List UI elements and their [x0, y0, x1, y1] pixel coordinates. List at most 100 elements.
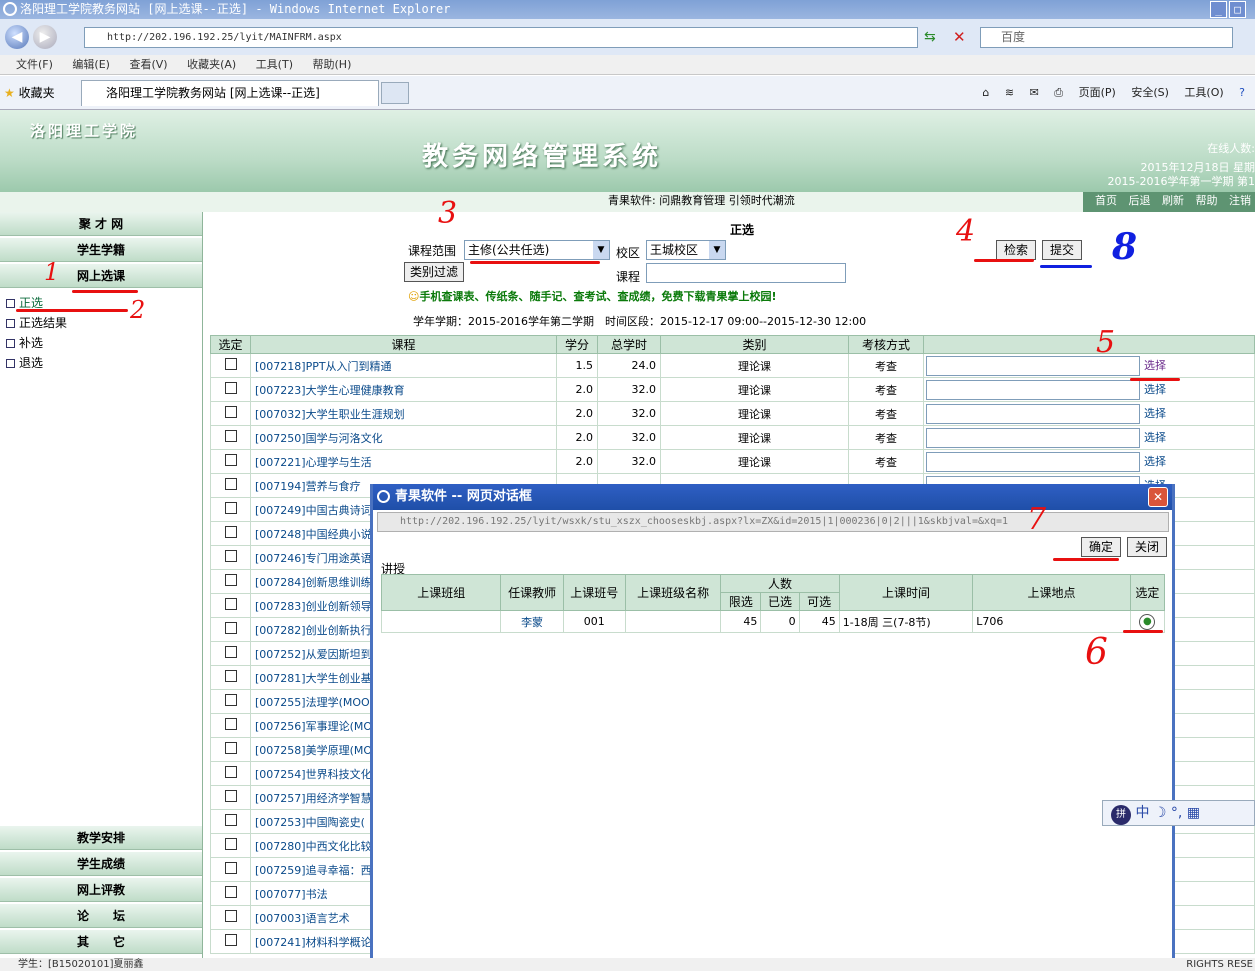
select-link[interactable]: 选择 [1140, 407, 1166, 420]
ime-toolbar[interactable]: 拼 中 ☽ °, ▦ [1102, 800, 1255, 826]
course-link[interactable]: [007241]材料科学概论 [251, 936, 372, 949]
course-link[interactable]: [007218]PPT从入门到精通 [251, 360, 392, 373]
menu-help[interactable]: 帮助(H) [313, 58, 352, 71]
course-link[interactable]: [007077]书法 [251, 888, 328, 901]
ime-chinese-icon[interactable]: 中 [1135, 805, 1149, 821]
sidebar-item-jucai[interactable]: 聚 才 网 [0, 212, 202, 236]
confirm-button[interactable]: 确定 [1081, 537, 1121, 557]
favorites-button[interactable]: ★ 收藏夹 [4, 84, 55, 101]
course-link[interactable]: [007246]专门用途英语 [251, 552, 372, 565]
maximize-button[interactable]: □ [1229, 1, 1246, 18]
sidebar-item-evaluation[interactable]: 网上评教 [0, 878, 202, 902]
course-link[interactable]: [007257]用经济学智慧 [251, 792, 372, 805]
address-input[interactable]: http://202.196.192.25/lyit/MAINFRM.aspx [84, 27, 918, 48]
course-link[interactable]: [007284]创新思维训练 [251, 576, 372, 589]
menu-view[interactable]: 查看(V) [129, 58, 167, 71]
new-tab-button[interactable] [381, 82, 409, 104]
course-input[interactable] [646, 263, 846, 283]
page-menu[interactable]: 页面(P) [1079, 86, 1116, 99]
search-input[interactable]: 百度 [980, 27, 1233, 48]
nav-home[interactable]: 首页 [1095, 194, 1117, 207]
row-checkbox[interactable] [224, 382, 237, 394]
select-link[interactable]: 选择 [1140, 455, 1166, 468]
menu-file[interactable]: 文件(F) [16, 58, 53, 71]
row-checkbox[interactable] [224, 646, 237, 658]
campus-select[interactable]: 王城校区 ▼ [646, 240, 726, 260]
nav-logout[interactable]: 注销 [1229, 194, 1251, 207]
refresh-icon[interactable]: ⇆ [924, 29, 936, 45]
promo-text[interactable]: ☺手机查课表、传纸条、随手记、查考试、查成绩，免费下载青果掌上校园! [408, 288, 776, 304]
course-link[interactable]: [007256]军事理论(MO [251, 720, 372, 733]
course-link[interactable]: [007280]中西文化比较 [251, 840, 372, 853]
row-checkbox[interactable] [224, 862, 237, 874]
teacher-link[interactable]: 李蒙 [500, 610, 564, 633]
sidebar-sub-result[interactable]: 正选结果 [6, 314, 67, 331]
menu-tools[interactable]: 工具(T) [256, 58, 293, 71]
course-link[interactable]: [007223]大学生心理健康教育 [251, 384, 405, 397]
stop-icon[interactable]: ✕ [953, 28, 966, 46]
forward-icon[interactable]: ▶ [33, 25, 57, 49]
sidebar-item-status[interactable]: 学生学籍 [0, 238, 202, 262]
sidebar-sub-buxuan[interactable]: 补选 [6, 334, 43, 351]
class-input[interactable] [926, 379, 1140, 400]
menu-edit[interactable]: 编辑(E) [72, 58, 110, 71]
row-checkbox[interactable] [224, 622, 237, 634]
dialog-close-icon[interactable]: ✕ [1148, 487, 1168, 507]
row-checkbox[interactable] [224, 406, 237, 418]
row-checkbox[interactable] [224, 934, 237, 946]
nav-back[interactable]: 后退 [1129, 194, 1151, 207]
ime-punct-icon[interactable]: °, [1171, 805, 1182, 821]
mail-icon[interactable]: ✉ [1030, 86, 1039, 99]
submit-button[interactable]: 提交 [1042, 240, 1082, 260]
course-link[interactable]: [007255]法理学(MOOC [251, 696, 377, 709]
nav-refresh[interactable]: 刷新 [1162, 194, 1184, 207]
print-icon[interactable]: ⎙ [1054, 86, 1063, 99]
back-icon[interactable]: ◀ [5, 25, 29, 49]
course-link[interactable]: [007252]从爱因斯坦到 [251, 648, 372, 661]
row-checkbox[interactable] [224, 358, 237, 370]
course-link[interactable]: [007221]心理学与生活 [251, 456, 372, 469]
help-icon[interactable]: ? [1239, 86, 1245, 99]
course-link[interactable]: [007248]中国经典小说 [251, 528, 372, 541]
dialog-close-button[interactable]: 关闭 [1127, 537, 1167, 557]
select-link[interactable]: 选择 [1140, 383, 1166, 396]
sidebar-item-grades[interactable]: 学生成绩 [0, 852, 202, 876]
home-icon[interactable]: ⌂ [982, 86, 989, 99]
course-link[interactable]: [007259]追寻幸福：西 [251, 864, 372, 877]
course-link[interactable]: [007282]创业创新执行 [251, 624, 372, 637]
course-link[interactable]: [007249]中国古典诗词 [251, 504, 372, 517]
class-input[interactable] [926, 403, 1140, 424]
row-checkbox[interactable] [224, 430, 237, 442]
minimize-button[interactable]: _ [1210, 1, 1227, 18]
row-checkbox[interactable] [224, 550, 237, 562]
nav-help[interactable]: 帮助 [1196, 194, 1218, 207]
ime-moon-icon[interactable]: ☽ [1154, 805, 1167, 821]
safety-menu[interactable]: 安全(S) [1131, 86, 1169, 99]
row-checkbox[interactable] [224, 598, 237, 610]
sidebar-item-forum[interactable]: 论 坛 [0, 904, 202, 928]
rss-icon[interactable]: ≋ [1005, 86, 1014, 99]
course-link[interactable]: [007253]中国陶瓷史( [251, 816, 365, 829]
row-checkbox[interactable] [224, 766, 237, 778]
row-checkbox[interactable] [224, 910, 237, 922]
row-checkbox[interactable] [224, 526, 237, 538]
course-link[interactable]: [007032]大学生职业生涯规划 [251, 408, 405, 421]
radio-choose[interactable]: ● [1139, 613, 1156, 630]
row-checkbox[interactable] [224, 574, 237, 586]
course-link[interactable]: [007250]国学与河洛文化 [251, 432, 383, 445]
course-link[interactable]: [007254]世界科技文化 [251, 768, 372, 781]
select-link[interactable]: 选择 [1140, 431, 1166, 444]
course-link[interactable]: [007283]创业创新领导 [251, 600, 372, 613]
course-link[interactable]: [007258]美学原理(MO [251, 744, 372, 757]
row-checkbox[interactable] [224, 502, 237, 514]
row-checkbox[interactable] [224, 478, 237, 490]
browser-tab[interactable]: 洛阳理工学院教务网站 [网上选课--正选] [81, 80, 379, 106]
select-link[interactable]: 选择 [1140, 359, 1166, 372]
menu-favorites[interactable]: 收藏夹(A) [187, 58, 236, 71]
row-checkbox[interactable] [224, 718, 237, 730]
search-button[interactable]: 检索 [996, 240, 1036, 260]
row-checkbox[interactable] [224, 838, 237, 850]
tools-menu[interactable]: 工具(O) [1184, 86, 1223, 99]
sidebar-item-other[interactable]: 其 它 [0, 930, 202, 954]
row-checkbox[interactable] [224, 742, 237, 754]
